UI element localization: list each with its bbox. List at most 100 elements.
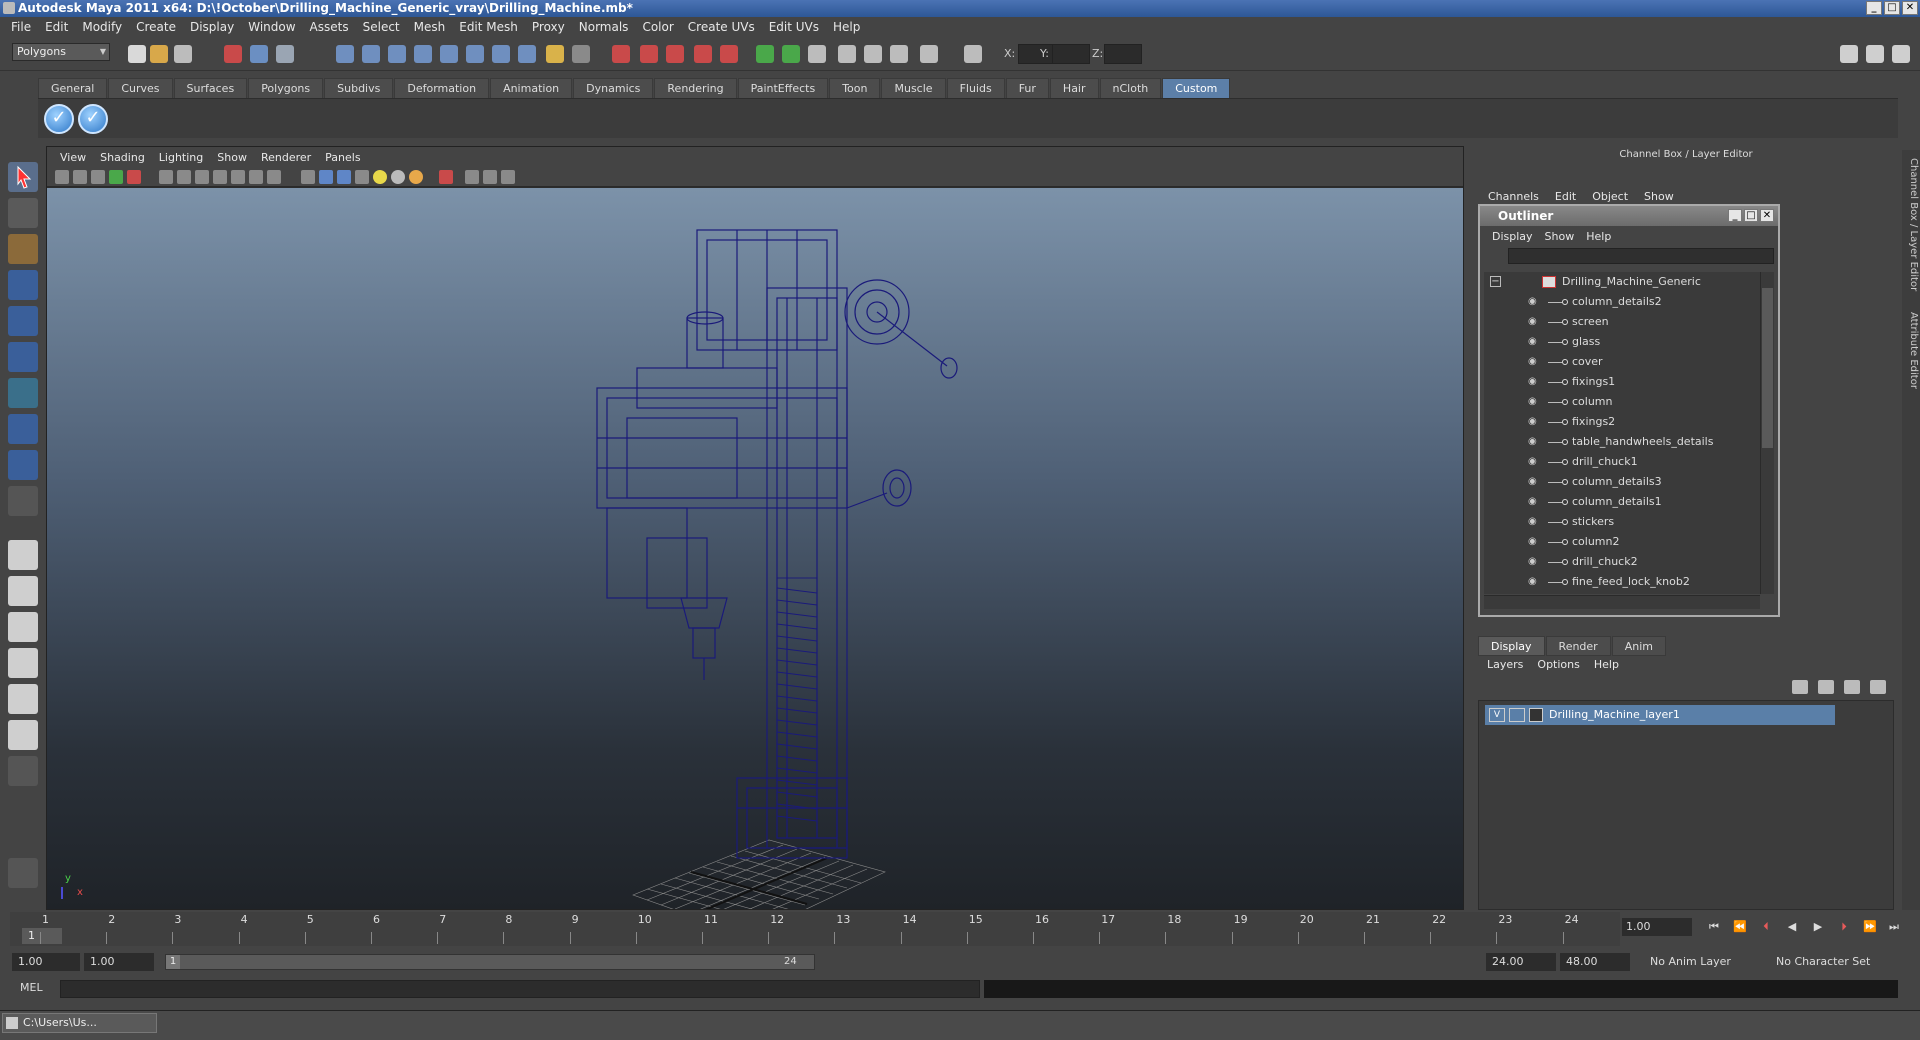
close-button[interactable]: ✕	[1902, 1, 1918, 15]
step-back-frame-button[interactable]: ⏴	[1758, 920, 1774, 934]
transform-mode-icon[interactable]	[920, 45, 938, 63]
move-layer-up-icon[interactable]	[1792, 680, 1808, 694]
toolbox-options-icon[interactable]	[8, 858, 38, 888]
custom-shelf-button-1[interactable]: ✓	[44, 104, 74, 134]
shelf-tab-surfaces[interactable]: Surfaces	[173, 78, 248, 98]
snap-curve-icon[interactable]	[362, 45, 380, 63]
layer-menu-help[interactable]: Help	[1587, 658, 1626, 671]
side-tab-attribute-editor[interactable]: Attribute Editor	[1903, 312, 1919, 389]
single-perspective-layout-icon[interactable]	[8, 540, 38, 570]
command-input[interactable]	[60, 980, 980, 998]
input-output-icon[interactable]	[612, 45, 630, 63]
show-manipulator-icon[interactable]	[8, 450, 38, 480]
textured-icon[interactable]	[355, 170, 369, 184]
cb-menu-show[interactable]: Show	[1636, 190, 1682, 203]
field-chart-icon[interactable]	[231, 170, 245, 184]
menu-create[interactable]: Create	[129, 20, 183, 34]
safe-action-icon[interactable]	[249, 170, 263, 184]
menu-edit-uvs[interactable]: Edit UVs	[762, 20, 826, 34]
all-lights-icon[interactable]	[391, 170, 405, 184]
isolate-select-icon[interactable]	[439, 170, 453, 184]
xray-icon[interactable]	[465, 170, 479, 184]
outliner-item[interactable]: ◉ screen	[1484, 312, 1760, 332]
layer-visibility-toggle[interactable]: V	[1489, 708, 1505, 722]
step-forward-frame-button[interactable]: ⏵	[1836, 920, 1852, 934]
lasso-tool-icon[interactable]	[8, 198, 38, 228]
outliner-item[interactable]: ◉ column_details2	[1484, 292, 1760, 312]
x-coord-field[interactable]	[1018, 44, 1056, 64]
play-backwards-button[interactable]: ◀	[1784, 920, 1800, 934]
menu-normals[interactable]: Normals	[572, 20, 636, 34]
outliner-item[interactable]: ◉ column2	[1484, 532, 1760, 552]
time-slider[interactable]: 1 1 2 3 4 5 6 7 8 9 10 11 12 13 14 15 16 17 18 19 20 21 22 23 2…	[10, 912, 1620, 946]
shelf-tab-curves[interactable]: Curves	[108, 78, 173, 98]
attribute-editor-icon[interactable]	[808, 45, 826, 63]
go-to-start-button[interactable]: ⏮	[1706, 920, 1722, 934]
camera-attributes-icon[interactable]	[73, 170, 87, 184]
step-back-key-button[interactable]: ⏪	[1732, 920, 1748, 934]
custom-shelf-button-2[interactable]: ✓	[78, 104, 108, 134]
xray-joints-icon[interactable]	[483, 170, 497, 184]
outliner-item[interactable]: ◉ glass	[1484, 332, 1760, 352]
minimized-window[interactable]: C:\Users\Us...	[2, 1013, 157, 1033]
ol-menu-show[interactable]: Show	[1539, 230, 1581, 243]
outliner-item[interactable]: ◉ fixings1	[1484, 372, 1760, 392]
gate-mask-icon[interactable]	[213, 170, 227, 184]
shelf-tab-hair[interactable]: Hair	[1049, 78, 1099, 98]
layer-menu-layers[interactable]: Layers	[1480, 658, 1530, 671]
outliner-item[interactable]: ◉ column	[1484, 392, 1760, 412]
outliner-horizontal-scrollbar[interactable]	[1484, 595, 1760, 609]
outliner-close-button[interactable]: ✕	[1760, 209, 1774, 222]
outliner-item[interactable]: ◉ column_details3	[1484, 472, 1760, 492]
last-tool-icon[interactable]	[8, 486, 38, 516]
layer-menu-options[interactable]: Options	[1530, 658, 1586, 671]
shelf-tab-animation[interactable]: Animation	[490, 78, 573, 98]
anim-layer-selector[interactable]: No Anim Layer	[1646, 953, 1752, 971]
shelf-tab-general[interactable]: General	[38, 78, 108, 98]
character-set-selector[interactable]: No Character Set	[1772, 953, 1892, 971]
shelf-tab-fur[interactable]: Fur	[1005, 78, 1049, 98]
range-end-handle[interactable]: 24	[784, 955, 814, 969]
outliner-item[interactable]: ◉ drill_chuck2	[1484, 552, 1760, 572]
show-attribute-editor-icon[interactable]	[1840, 45, 1858, 63]
outliner-vertical-scrollbar[interactable]	[1760, 272, 1774, 594]
hypershade-persp-layout-icon[interactable]	[8, 684, 38, 714]
resolution-gate-icon[interactable]	[195, 170, 209, 184]
save-scene-icon[interactable]	[174, 45, 192, 63]
render-current-icon[interactable]	[666, 45, 684, 63]
layer-playback-toggle[interactable]	[1509, 708, 1525, 722]
render-settings-icon[interactable]	[720, 45, 738, 63]
vp-menu-show[interactable]: Show	[210, 151, 254, 164]
outliner-graph-layout-icon[interactable]	[8, 720, 38, 750]
shelf-tab-ncloth[interactable]: nCloth	[1099, 78, 1162, 98]
select-object-icon[interactable]	[250, 45, 268, 63]
play-forwards-button[interactable]: ▶	[1810, 920, 1826, 934]
menu-set-selector[interactable]: Polygons	[12, 43, 110, 61]
show-tool-settings-icon[interactable]	[1866, 45, 1884, 63]
ipr-icon[interactable]	[572, 45, 590, 63]
shelf-tab-deformation[interactable]: Deformation	[394, 78, 490, 98]
rotate-tool-icon[interactable]	[8, 306, 38, 336]
menu-edit-mesh[interactable]: Edit Mesh	[452, 20, 525, 34]
paint-select-tool-icon[interactable]	[8, 234, 38, 264]
shelf-tab-toon[interactable]: Toon	[829, 78, 881, 98]
modeling-toolkit-icon[interactable]	[890, 45, 908, 63]
range-start-handle[interactable]: 1	[166, 955, 180, 969]
menu-modify[interactable]: Modify	[75, 20, 129, 34]
animation-end-field[interactable]: 48.00	[1560, 953, 1630, 971]
ol-menu-display[interactable]: Display	[1486, 230, 1539, 243]
side-tab-channel-box[interactable]: Channel Box / Layer Editor	[1903, 158, 1919, 291]
graph-persp-layout-icon[interactable]	[8, 648, 38, 678]
tool-settings-icon[interactable]	[838, 45, 856, 63]
menu-file[interactable]: File	[4, 20, 38, 34]
go-to-end-button[interactable]: ⏭	[1886, 920, 1902, 934]
vp-menu-shading[interactable]: Shading	[93, 151, 152, 164]
snap-grid-icon[interactable]	[336, 45, 354, 63]
shelf-tab-painteffects[interactable]: PaintEffects	[737, 78, 829, 98]
select-camera-icon[interactable]	[55, 170, 69, 184]
range-bar[interactable]: 1 24	[165, 954, 815, 970]
show-channel-box-icon[interactable]	[1892, 45, 1910, 63]
wireframe-icon[interactable]	[301, 170, 315, 184]
absolute-transform-icon[interactable]	[964, 45, 982, 63]
menu-assets[interactable]: Assets	[303, 20, 356, 34]
